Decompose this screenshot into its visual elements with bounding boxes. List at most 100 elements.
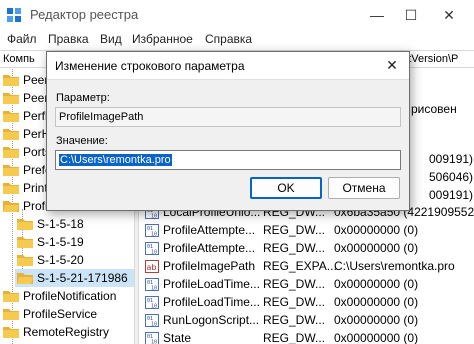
tree-item[interactable]: RemoteRegistry [3,323,109,341]
string-value-icon: ab [145,260,159,273]
svg-text:10: 10 [151,232,157,238]
value-row[interactable]: 01 10 ProfileLoadTime... REG_DW... 0x0000… [139,293,474,312]
binary-value-icon: 01 10 [145,278,159,292]
binary-value-icon: 01 10 [145,242,159,256]
folder-icon [3,308,19,320]
folder-icon [3,182,19,194]
tree-item[interactable]: Ports [3,143,51,161]
svg-text:10: 10 [151,214,157,220]
svg-text:10: 10 [151,340,157,344]
tree-item-label: S-1-5-19 [37,235,84,249]
tree-item[interactable]: S-1-5-20 [17,251,84,269]
window-title: Редактор реестра [30,7,139,22]
dialog-close-button[interactable]: ✕ [381,56,403,74]
folder-open-icon [17,272,33,284]
svg-text:10: 10 [151,304,157,310]
value-type: REG_DW... [263,331,326,344]
folder-icon [3,92,19,104]
value-type: REG_DW... [263,277,326,291]
folder-icon [17,218,33,230]
folder-icon [17,236,33,248]
tree-item-selected[interactable]: S-1-5-21-171986 [15,269,134,287]
value-type: REG_EXPA... [263,259,337,273]
value-name: ProfileLoadTime... [163,295,260,309]
maximize-button[interactable]: ☐ [394,0,428,30]
menu-file[interactable]: Файл [7,32,37,46]
value-name: RunLogonScript... [163,313,260,327]
folder-icon [3,128,19,140]
tree-item[interactable]: Print [3,179,48,197]
tree-item[interactable]: S-1-5-18 [17,215,84,233]
svg-text:10: 10 [151,322,157,328]
value-label: Значение: [56,135,108,147]
value-data: 0x00000000 (0) [334,295,419,309]
param-name-field: ProfileImagePath [55,107,401,127]
value-data: 0x00000000 (0) [334,277,419,291]
tree-item[interactable]: ProfileService [3,305,97,323]
regedit-app-icon [7,8,21,22]
minimize-button[interactable]: — [360,0,394,30]
tree-item-label: ProfileService [23,307,98,321]
value-row[interactable]: 01 10 ProfileAttempte... REG_DW... 0x0000… [139,239,474,258]
value-data-input[interactable]: C:\Users\remontka.pro [55,150,401,170]
svg-text:10: 10 [151,286,157,292]
value-row[interactable]: 01 10 RunLogonScript... REG_DW... 0x00000… [139,311,474,330]
value-type: REG_DW... [263,295,326,309]
value-row[interactable]: 01 10 State REG_DW... 0x00000000 (0) [139,329,474,344]
binary-value-icon: 01 10 [145,314,159,328]
address-text-left: Компь [3,53,35,65]
cancel-button[interactable]: Отмена [328,177,400,199]
value-name: ProfileAttempte... [163,241,256,255]
menu-bar: Файл Правка Вид Избранное Справка [0,30,474,50]
folder-icon [3,326,19,338]
value-name: State [163,331,192,344]
value-name: ProfileLoadTime... [163,277,260,291]
binary-value-icon: 01 10 [145,296,159,310]
value-type: REG_DW... [263,241,326,255]
tree-item-label: S-1-5-18 [37,217,84,231]
tree-item-label: S-1-5-20 [37,253,84,267]
menu-favorites[interactable]: Избранное [132,32,193,46]
tree-item-label: Print [23,181,48,195]
value-partial: 009191) [429,152,474,166]
svg-text:ab: ab [147,263,157,272]
folder-icon [3,290,19,302]
value-data: 0x00000000 (0) [334,331,419,344]
tree-item-label: ProfileNotification [23,289,117,303]
dialog-title: Изменение строкового параметра [55,59,245,73]
binary-value-icon: 01 10 [145,224,159,238]
value-type: REG_DW... [263,223,326,237]
value-partial: рисовен [411,102,457,116]
value-row[interactable]: 01 10 ProfileLoadTime... REG_DW... 0x0000… [139,275,474,294]
tree-item-label: S-1-5-21-171986 [37,271,128,285]
param-label: Параметр: [56,92,110,104]
close-button[interactable]: ✕ [432,0,466,30]
value-data: 0x00000000 (0) [334,241,419,255]
tree-item-label: RemoteRegistry [23,325,110,339]
value-row[interactable]: 01 10 ProfileAttempte... REG_DW... 0x0000… [139,221,474,240]
folder-icon [3,74,19,86]
svg-text:10: 10 [151,250,157,256]
folder-icon [17,254,33,266]
selected-value-text: C:\Users\remontka.pro [59,154,172,166]
folder-icon [3,146,19,158]
value-name: ProfileAttempte... [163,223,256,237]
value-partial: 506046) [429,170,474,184]
dialog-body: Параметр: ProfileImagePath Значение: C:\… [47,79,409,210]
value-name: ProfileImagePath [163,259,256,273]
ok-button[interactable]: OK [250,177,322,199]
menu-view[interactable]: Вид [100,32,122,46]
menu-edit[interactable]: Правка [48,32,89,46]
tree-item[interactable]: ProfileNotification [3,287,116,305]
binary-value-icon: 01 10 [145,332,159,344]
folder-open-icon [3,200,19,212]
value-data: 0x00000000 (0) [334,313,419,327]
value-row[interactable]: ab ProfileImagePath REG_EXPA... C:\Users… [139,257,474,276]
edit-string-dialog: Изменение строкового параметра ✕ Парамет… [46,51,410,211]
tree-item[interactable]: S-1-5-19 [17,233,84,251]
value-partial: 009191) [429,188,474,202]
menu-help[interactable]: Справка [205,32,252,46]
window-titlebar: Редактор реестра — ☐ ✕ [0,0,474,30]
folder-icon [3,110,19,122]
value-data: C:\Users\remontka.pro [334,259,455,273]
